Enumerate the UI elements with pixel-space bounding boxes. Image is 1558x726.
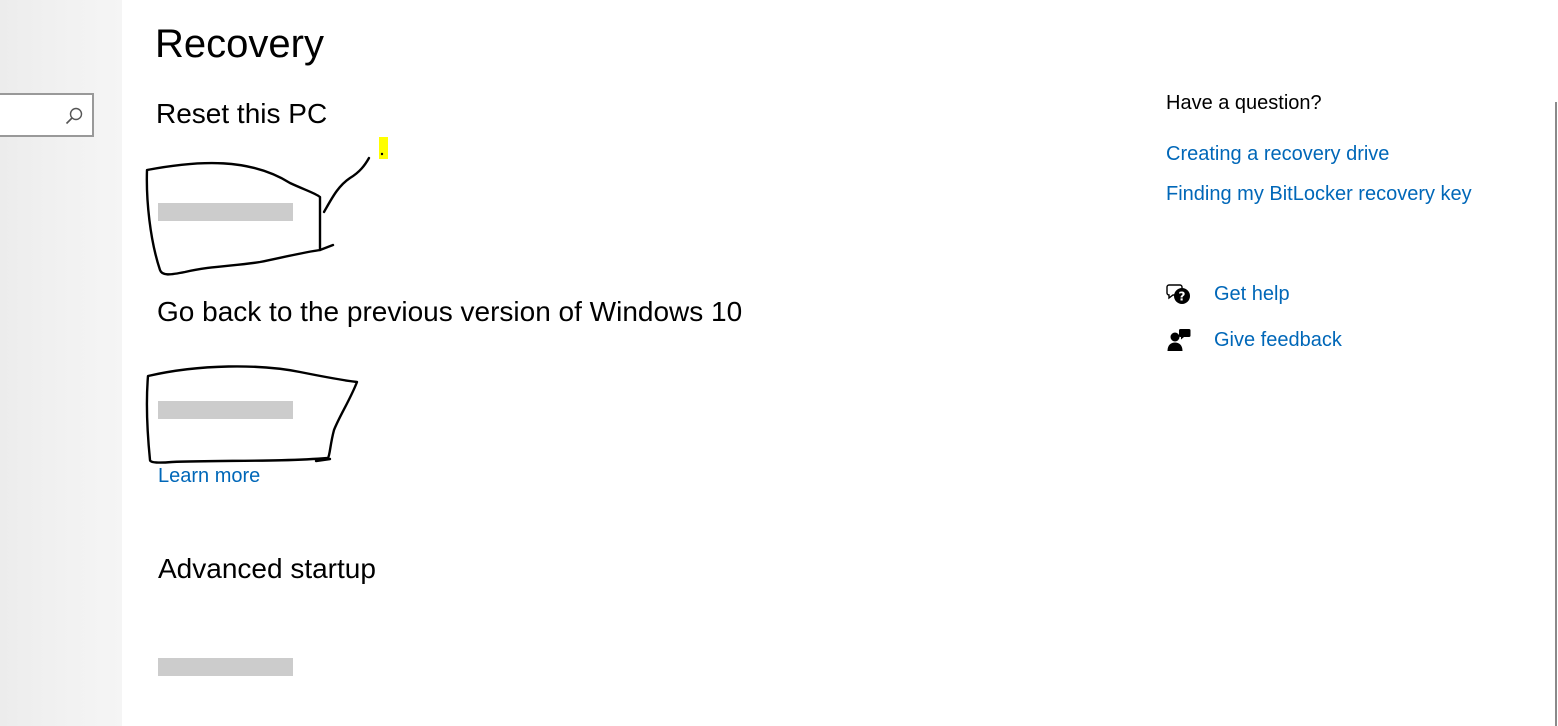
give-feedback-label: Give feedback [1214, 328, 1342, 351]
go-back-button-redacted[interactable] [158, 401, 293, 419]
settings-window: Recovery Reset this PC Go back to the pr… [0, 0, 1558, 726]
svg-text:?: ? [1179, 290, 1186, 304]
learn-more-link[interactable]: Learn more [158, 463, 260, 489]
help-chat-icon: ? [1166, 284, 1190, 304]
advanced-startup-heading: Advanced startup [158, 553, 376, 584]
annotation-tail-2 [314, 457, 332, 463]
search-icon[interactable] [64, 106, 84, 126]
navigation-pane [0, 0, 122, 726]
bitlocker-recovery-key-link[interactable]: Finding my BitLocker recovery key [1166, 181, 1472, 207]
annotation-connector [322, 156, 371, 214]
vertical-scrollbar[interactable] [1555, 102, 1557, 726]
reset-pc-button-redacted[interactable] [158, 203, 293, 221]
reset-pc-heading: Reset this PC [156, 98, 328, 129]
restart-now-button-redacted[interactable] [158, 658, 293, 676]
go-back-heading: Go back to the previous version of Windo… [157, 296, 743, 327]
highlight-dot [380, 152, 384, 156]
annotation-tail-1 [318, 243, 335, 252]
page-title: Recovery [155, 22, 324, 66]
give-feedback-link[interactable]: Give feedback [1166, 326, 1342, 354]
help-panel-heading: Have a question? [1166, 92, 1322, 114]
creating-recovery-drive-link[interactable]: Creating a recovery drive [1166, 141, 1389, 167]
get-help-label: Get help [1214, 282, 1290, 305]
feedback-person-icon [1167, 329, 1191, 351]
get-help-link[interactable]: ? Get help [1166, 280, 1290, 308]
highlight-mark [379, 137, 388, 159]
search-input[interactable] [0, 93, 94, 137]
